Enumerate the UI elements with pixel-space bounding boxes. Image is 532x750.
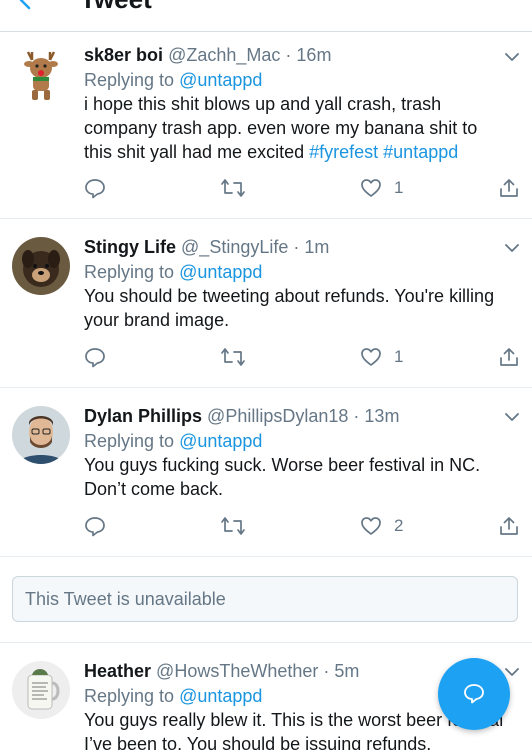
retweet-button[interactable] (220, 514, 246, 538)
share-icon (500, 517, 518, 535)
action-bar: 1 (84, 345, 522, 369)
tweet-text-line-with-tags: this shit yall had me excited #fyrefest … (84, 140, 522, 164)
reply-prefix: Replying to (84, 686, 180, 706)
tweet-text-line: company trash app. even wore my banana s… (84, 118, 478, 138)
retweet-icon (221, 517, 245, 535)
like-count: 2 (394, 516, 404, 535)
tweet-text-line: this shit yall had me excited (84, 142, 310, 162)
replying-to: Replying to @untappd (84, 260, 522, 284)
mention-link[interactable]: @untappd (179, 686, 262, 706)
share-button[interactable] (498, 514, 520, 538)
retweet-button[interactable] (220, 345, 246, 369)
like-count: 1 (394, 178, 404, 197)
author-name[interactable]: Heather (84, 661, 151, 681)
unavailable-text: This Tweet is unavailable (25, 589, 226, 609)
like-button[interactable]: 2 (360, 514, 403, 538)
top-bar: Tweet (0, 0, 532, 32)
chevron-down-icon[interactable] (504, 412, 520, 422)
tweet-text: i hope this shit blows up and yall crash… (84, 92, 522, 164)
avatar[interactable] (12, 237, 70, 295)
avatar[interactable] (12, 661, 70, 719)
mention-link[interactable]: @untappd (179, 70, 262, 90)
man-avatar-icon (12, 406, 70, 464)
reply-button[interactable] (84, 514, 106, 538)
tweet-reply[interactable]: Dylan Phillips @PhillipsDylan18 · 13m Re… (0, 388, 532, 557)
tweet-text-line: You guys fucking suck. Worse beer festiv… (84, 455, 481, 475)
reply-button[interactable] (84, 176, 106, 200)
separator: · (293, 237, 300, 257)
compose-reply-button[interactable] (438, 658, 510, 730)
tweet-reply[interactable]: Stingy Life @_StingyLife · 1m Replying t… (0, 219, 532, 388)
reply-prefix: Replying to (84, 262, 180, 282)
chevron-down-icon[interactable] (504, 243, 520, 253)
mug-avatar-icon (12, 661, 70, 719)
heart-icon (361, 179, 381, 197)
reply-icon (85, 348, 105, 368)
retweet-button[interactable] (220, 176, 246, 200)
tweet-content: Dylan Phillips @PhillipsDylan18 · 13m Re… (84, 403, 522, 501)
tweet-content: Stingy Life @_StingyLife · 1m Replying t… (84, 234, 522, 332)
avatar[interactable] (12, 46, 70, 104)
chevron-down-icon[interactable] (504, 52, 520, 62)
timestamp: 13m (364, 406, 400, 426)
heart-icon (361, 517, 381, 535)
replying-to: Replying to @untappd (84, 429, 522, 453)
author-handle[interactable]: @_StingyLife (181, 237, 288, 257)
retweet-icon (221, 348, 245, 366)
tweet-reply[interactable]: sk8er boi @Zachh_Mac · 16m Replying to @… (0, 32, 532, 219)
tweet-text-line: I’ve been to. You should be issuing refu… (84, 734, 432, 750)
separator: · (353, 406, 360, 426)
replying-to: Replying to @untappd (84, 68, 522, 92)
dog-avatar-icon (12, 237, 70, 295)
tweet-text: You guys fucking suck. Worse beer festiv… (84, 453, 522, 501)
heart-icon (361, 348, 381, 366)
author-name[interactable]: sk8er boi (84, 45, 163, 65)
action-bar: 2 (84, 514, 522, 538)
share-icon (500, 179, 518, 197)
like-button[interactable]: 1 (360, 345, 403, 369)
reply-prefix: Replying to (84, 431, 180, 451)
timestamp: 5m (334, 661, 360, 681)
author-handle[interactable]: @PhillipsDylan18 (207, 406, 348, 426)
reply-button[interactable] (84, 345, 106, 369)
timestamp: 16m (296, 45, 332, 65)
unavailable-tweet-notice: This Tweet is unavailable (12, 576, 518, 622)
author-name[interactable]: Dylan Phillips (84, 406, 202, 426)
chevron-down-icon[interactable] (504, 667, 520, 677)
reply-prefix: Replying to (84, 70, 180, 90)
tweet-text-line: Don’t come back. (84, 479, 224, 499)
share-icon (500, 348, 518, 366)
mention-link[interactable]: @untappd (179, 431, 262, 451)
tweet-text-line: You should be tweeting about refunds. Yo… (84, 286, 495, 306)
compose-icon (464, 684, 484, 704)
separator: · (285, 45, 292, 65)
tweet-text: You should be tweeting about refunds. Yo… (84, 284, 522, 332)
separator: · (323, 661, 330, 681)
reindeer-avatar-icon (12, 46, 70, 104)
like-button[interactable]: 1 (360, 176, 403, 200)
reply-icon (85, 517, 105, 537)
author-handle[interactable]: @Zachh_Mac (168, 45, 280, 65)
author-name[interactable]: Stingy Life (84, 237, 176, 257)
tweet-content: sk8er boi @Zachh_Mac · 16m Replying to @… (84, 42, 522, 164)
hashtag-link[interactable]: #fyrefest (309, 142, 378, 162)
page-title: Tweet (80, 0, 152, 14)
hashtag-link[interactable]: #untappd (383, 142, 458, 162)
timestamp: 1m (304, 237, 330, 257)
avatar[interactable] (12, 406, 70, 464)
tweet-text-line: your brand image. (84, 310, 230, 330)
reply-icon (85, 179, 105, 199)
mention-link[interactable]: @untappd (179, 262, 262, 282)
action-bar: 1 (84, 176, 522, 200)
like-count: 1 (394, 347, 404, 366)
share-button[interactable] (498, 176, 520, 200)
tweet-text-line: i hope this shit blows up and yall crash… (84, 94, 442, 114)
back-arrow-icon[interactable] (16, 0, 36, 10)
retweet-icon (221, 179, 245, 197)
author-handle[interactable]: @HowsTheWhether (156, 661, 318, 681)
share-button[interactable] (498, 345, 520, 369)
